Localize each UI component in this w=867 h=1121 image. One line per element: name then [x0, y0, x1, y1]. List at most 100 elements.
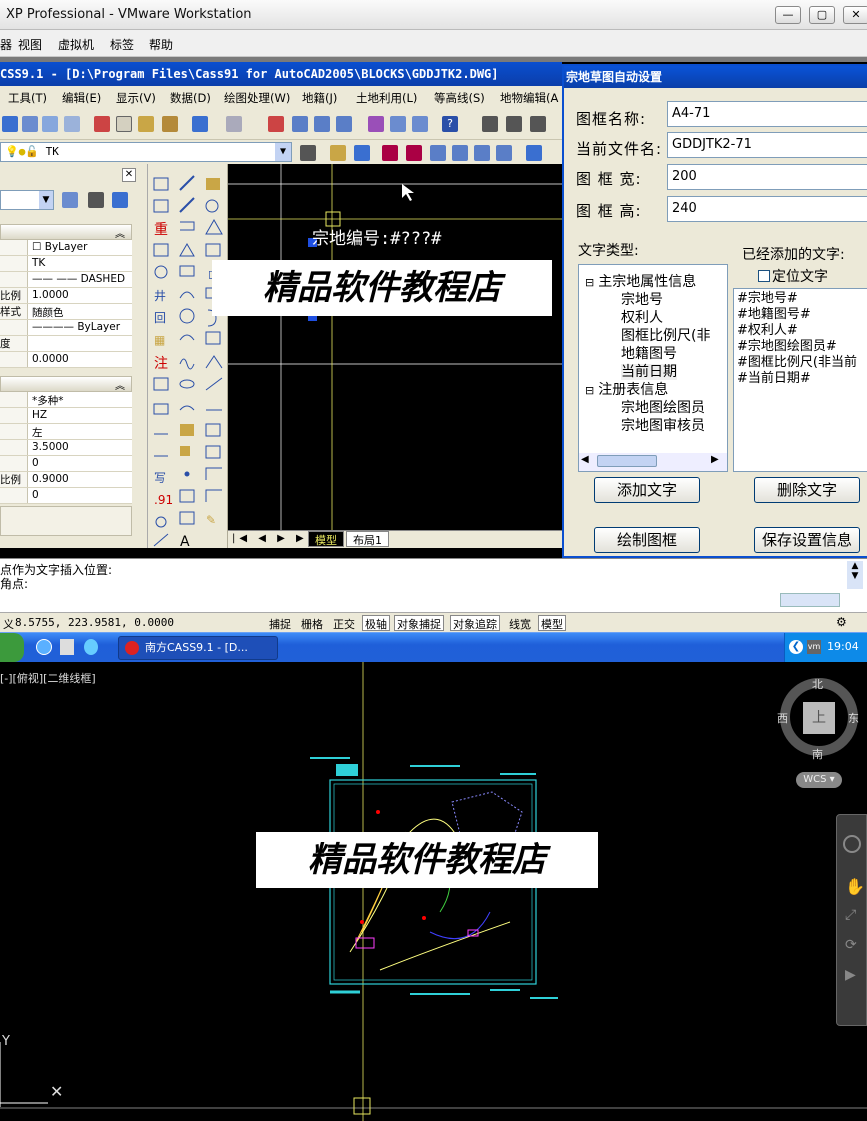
- measure-icon[interactable]: [530, 116, 546, 132]
- close-icon[interactable]: ✕: [122, 168, 136, 182]
- tree-group[interactable]: ⊟ 主宗地属性信息: [585, 271, 696, 291]
- lineweight-button[interactable]: 线宽: [506, 615, 534, 631]
- tree-item[interactable]: 宗地图审核员: [621, 415, 705, 435]
- expand-icon[interactable]: ⊟: [585, 384, 594, 397]
- osnap-button[interactable]: 对象捕捉: [394, 615, 444, 631]
- cad-menu-draw[interactable]: 绘图处理(W): [224, 90, 290, 106]
- zoom-all-icon[interactable]: [474, 145, 490, 161]
- tab-nav-arrows[interactable]: |◀ ◀ ▶ ▶|: [232, 533, 315, 544]
- property-row[interactable]: 左: [0, 424, 132, 440]
- property-value[interactable]: 0.0000: [32, 353, 69, 365]
- preview-icon[interactable]: [42, 116, 58, 132]
- minimize-button[interactable]: —: [775, 6, 801, 24]
- delete-text-button[interactable]: 删除文字: [754, 477, 860, 503]
- zoom-realtime-icon[interactable]: [292, 116, 308, 132]
- cad-menu-contour[interactable]: 等高线(S): [434, 90, 485, 106]
- close-button[interactable]: ✕: [843, 6, 867, 24]
- scroll-thumb[interactable]: [597, 455, 657, 467]
- frame-width-input[interactable]: 200: [667, 164, 867, 190]
- copy-icon[interactable]: [116, 116, 132, 132]
- property-value[interactable]: 左: [32, 425, 43, 439]
- chevron-left-icon[interactable]: ❮: [789, 640, 803, 654]
- draw-frame-button[interactable]: 绘制图框: [594, 527, 700, 553]
- compass-east[interactable]: 东: [848, 710, 859, 726]
- menu-vm[interactable]: 虚拟机: [58, 36, 94, 53]
- undo-icon[interactable]: [192, 116, 208, 132]
- pan-hand-icon[interactable]: ✋: [845, 877, 865, 896]
- frame-name-input[interactable]: A4-71: [667, 101, 867, 127]
- tree-item[interactable]: 地籍图号: [621, 343, 677, 363]
- chevron-down-icon[interactable]: ▼: [39, 191, 53, 209]
- snap-button[interactable]: 捕捉: [266, 615, 294, 631]
- compass-north[interactable]: 北: [812, 676, 823, 692]
- property-row[interactable]: 0: [0, 456, 132, 472]
- compass-west[interactable]: 西: [777, 710, 788, 726]
- added-text-item[interactable]: #图框比例尺(非当前: [737, 355, 867, 371]
- cad-menu-feature[interactable]: 地物编辑(A: [500, 90, 558, 106]
- chevron-down-icon[interactable]: ▼: [275, 143, 291, 161]
- tab-layout1[interactable]: 布局1: [346, 531, 389, 547]
- otrack-button[interactable]: 对象追踪: [450, 615, 500, 631]
- property-value[interactable]: 0: [32, 489, 39, 501]
- select-objects-icon[interactable]: [88, 192, 104, 208]
- zoom-previous-icon[interactable]: [336, 116, 352, 132]
- drawing-canvas-top[interactable]: 宗地编号:#???#: [228, 164, 562, 530]
- collapse-icon[interactable]: ︽: [115, 377, 125, 392]
- property-row[interactable]: 样式 随颜色: [0, 304, 132, 320]
- property-value[interactable]: 随颜色: [32, 305, 64, 319]
- cad-menu-landuse[interactable]: 土地利用(L): [356, 90, 417, 106]
- selection-combo[interactable]: ▼: [0, 190, 54, 210]
- ortho-button[interactable]: 正交: [330, 615, 358, 631]
- property-value[interactable]: *多种*: [32, 393, 64, 407]
- save-icon[interactable]: [2, 116, 18, 132]
- chevron-left-icon[interactable]: ◀: [581, 454, 589, 465]
- property-value[interactable]: 0: [32, 457, 39, 469]
- tree-group[interactable]: ⊟ 注册表信息: [585, 379, 668, 399]
- position-text-checkbox[interactable]: 定位文字: [758, 266, 828, 286]
- property-value[interactable]: —— —— DASHED: [32, 273, 125, 285]
- cad-menu-display[interactable]: 显示(V): [116, 90, 156, 106]
- tree-item[interactable]: 当前日期: [621, 361, 677, 381]
- added-text-list[interactable]: #宗地号# #地籍图号# #权利人# #宗地图绘图员# #图框比例尺(非当前 #当前日期#: [733, 288, 867, 472]
- save-settings-button[interactable]: 保存设置信息: [754, 527, 860, 553]
- layer-combo[interactable]: 💡●🔓 TK ▼: [0, 142, 292, 162]
- property-row[interactable]: 比例 0.9000: [0, 472, 132, 488]
- property-value[interactable]: 0.9000: [32, 473, 69, 485]
- property-value[interactable]: TK: [32, 257, 45, 269]
- save-layer-icon[interactable]: [354, 145, 370, 161]
- command-scrollbar[interactable]: ▲ ▼: [847, 561, 863, 589]
- maximize-button[interactable]: ▢: [809, 6, 835, 24]
- menu-help[interactable]: 帮助: [149, 36, 173, 53]
- dimension-icon[interactable]: [482, 116, 498, 132]
- toolbar-icons[interactable]: 重 ◻ 井 回 ▦ 注 写 .91 ✎ A: [148, 164, 228, 550]
- cad-menu-data[interactable]: 数据(D): [170, 90, 211, 106]
- added-text-item[interactable]: #宗地号#: [737, 291, 867, 307]
- property-value[interactable]: ———— ByLayer: [32, 321, 120, 333]
- property-row[interactable]: 0.0000: [0, 352, 132, 368]
- add-text-button[interactable]: 添加文字: [594, 477, 700, 503]
- help-icon[interactable]: ?: [442, 116, 458, 132]
- text-section-header[interactable]: ︽: [0, 376, 132, 392]
- command-line[interactable]: 点作为文字插入位置: 角点: ▲ ▼: [0, 558, 867, 612]
- grid-button[interactable]: 栅格: [298, 615, 326, 631]
- quick-select-icon[interactable]: [112, 192, 128, 208]
- layer-prev-icon[interactable]: [300, 145, 316, 161]
- menu-view[interactable]: 视图: [18, 36, 42, 53]
- model-button[interactable]: 模型: [538, 615, 566, 631]
- media-icon[interactable]: [60, 639, 74, 655]
- properties-icon[interactable]: [368, 116, 384, 132]
- match-prop-icon[interactable]: [162, 116, 178, 132]
- added-text-item[interactable]: #宗地图绘图员#: [737, 339, 867, 355]
- angle-icon[interactable]: [506, 116, 522, 132]
- tree-item[interactable]: 宗地图绘图员: [621, 397, 705, 417]
- property-row[interactable]: 比例 1.0000: [0, 288, 132, 304]
- property-value[interactable]: HZ: [32, 409, 47, 421]
- property-row[interactable]: 度: [0, 336, 132, 352]
- vmware-tray-icon[interactable]: vm: [807, 640, 821, 654]
- orbit-icon[interactable]: ⟳: [845, 937, 857, 953]
- added-text-item[interactable]: #权利人#: [737, 323, 867, 339]
- wcs-menu[interactable]: WCS ▾: [796, 772, 842, 788]
- added-text-item[interactable]: #当前日期#: [737, 371, 867, 387]
- tree-item[interactable]: 权利人: [621, 307, 663, 327]
- text-type-tree[interactable]: ⊟ 主宗地属性信息 宗地号 权利人 图框比例尺(非 地籍图号 当前日期 ⊟ 注册表信息 宗地图绘图…: [578, 264, 728, 472]
